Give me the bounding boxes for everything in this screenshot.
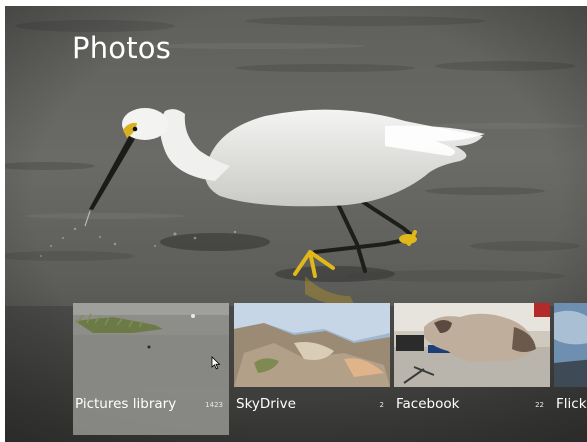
tile-caption: Flickr [554,387,587,435]
tile-caption: SkyDrive 2 [234,387,390,435]
tile-skydrive[interactable]: SkyDrive 2 [234,303,390,435]
tile-label: Facebook [396,396,460,412]
tile-label: Pictures library [75,396,177,412]
tile-caption: Pictures library 1423 [73,387,229,435]
mouse-pointer-icon [211,356,221,370]
photos-app-hub: Photos Pictures library 1423 SkyDrive 2 … [5,6,587,442]
tile-count: 1423 [205,401,223,409]
tile-facebook[interactable]: Facebook 22 [394,303,550,435]
tile-flickr[interactable]: Flickr [554,303,587,435]
tile-label: SkyDrive [236,396,296,412]
pictures-library-thumbnail [73,303,229,387]
collections-tile-strip: Pictures library 1423 SkyDrive 2 Faceboo… [73,303,587,435]
flickr-thumbnail [554,303,587,387]
app-title: Photos [72,31,172,65]
tile-label: Flickr [556,396,587,412]
facebook-thumbnail [394,303,550,387]
tile-count: 22 [535,401,544,409]
skydrive-thumbnail [234,303,390,387]
tile-pictures-library[interactable]: Pictures library 1423 [73,303,229,435]
tile-caption: Facebook 22 [394,387,550,435]
tile-count: 2 [379,401,384,409]
